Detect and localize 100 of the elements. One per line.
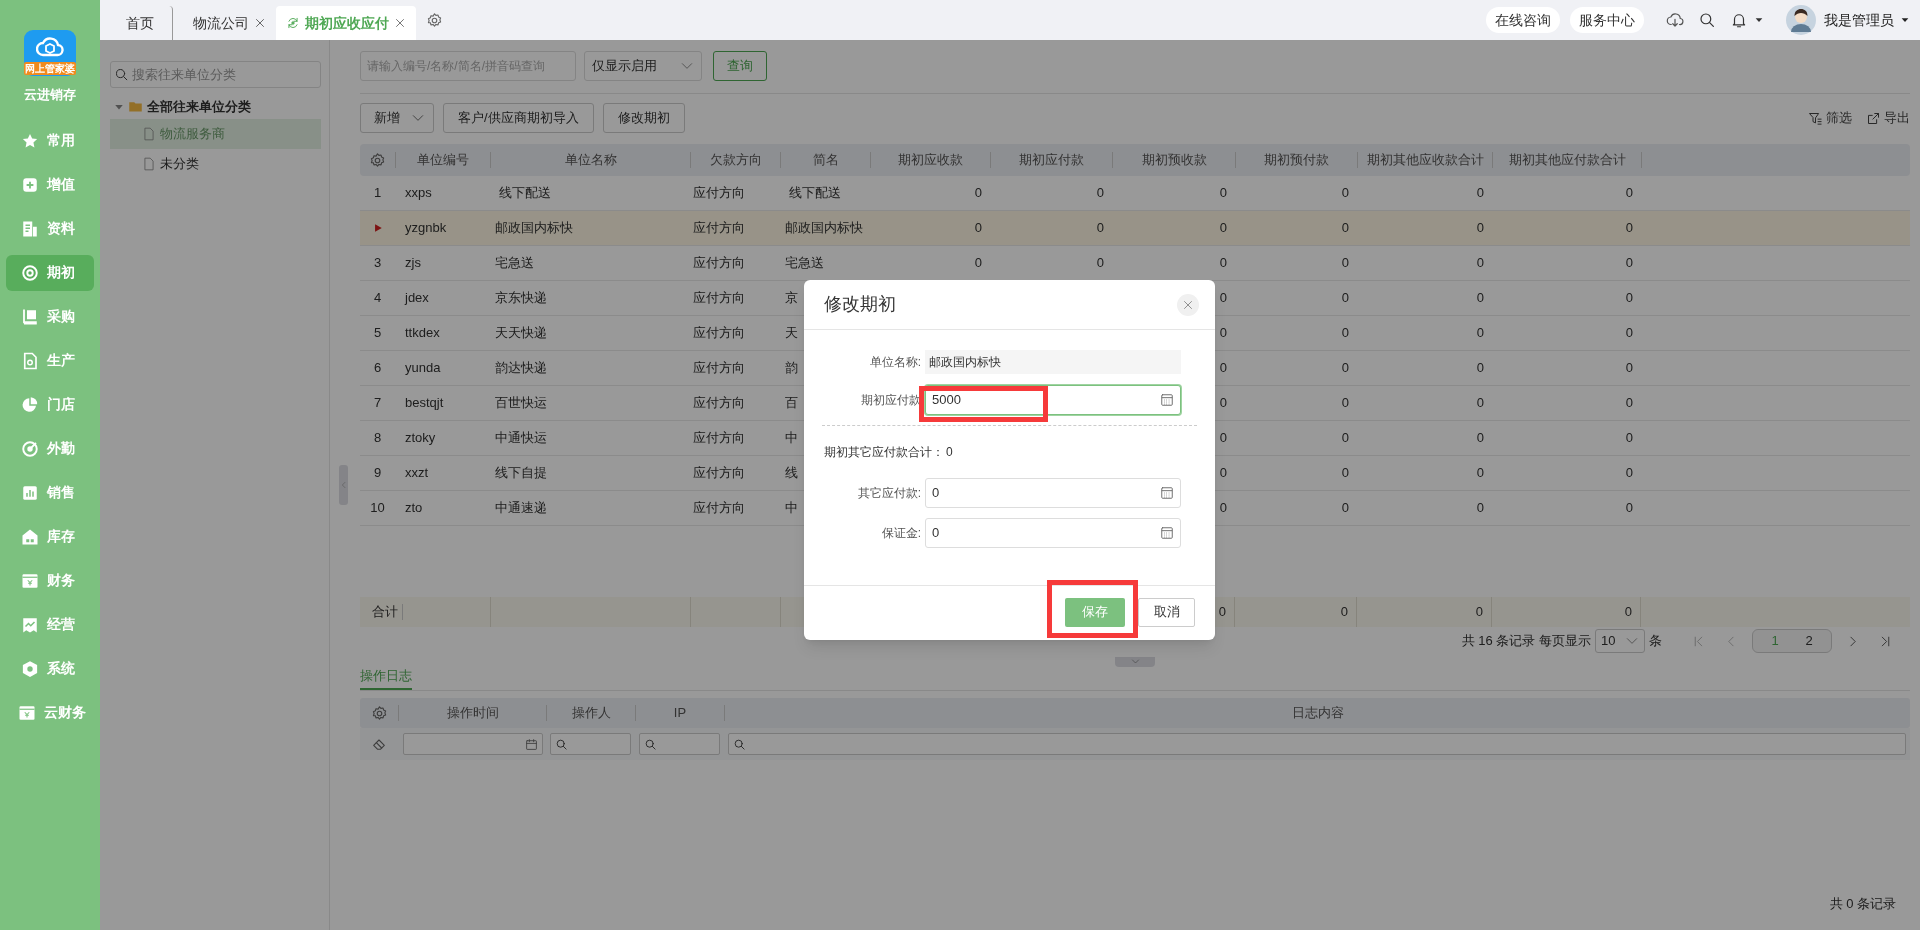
column-header: 操作人 (571, 704, 611, 723)
table-cell: jdex (405, 290, 429, 306)
selected-row-marker-icon (372, 223, 383, 233)
table-cell: 应付方向 (693, 465, 745, 481)
table-cell: 百世快运 (495, 395, 547, 411)
search-field[interactable] (550, 733, 631, 755)
column-header: 单位名称 (564, 151, 617, 170)
table-cell: 应付方向 (693, 500, 745, 516)
avatar-icon[interactable] (1786, 5, 1816, 35)
row-number: 5 (373, 324, 382, 343)
refresh-icon (286, 16, 300, 30)
search-field[interactable] (639, 733, 720, 755)
table-cell: 线下自提 (495, 465, 547, 481)
toolbar-button[interactable]: 修改期初 (602, 103, 685, 133)
table-cell-text: 0 (1219, 394, 1227, 413)
cancel-button[interactable]: 取消 (1138, 597, 1195, 627)
table-cell-text: 0 (1625, 184, 1633, 203)
search-field[interactable]: 搜索往来单位分类 (110, 61, 321, 88)
filter-select[interactable]: 仅显示启用 (584, 51, 702, 81)
column-header: 单位编号 (417, 151, 469, 170)
last-page-icon (1879, 634, 1892, 648)
table-cell-text: 0 (1219, 289, 1227, 308)
tree-item[interactable]: 未分类 (110, 149, 321, 179)
logo-badge: 网上管家婆 (24, 62, 76, 75)
close-icon (1182, 298, 1194, 311)
number-field[interactable]: 5000 (925, 385, 1181, 415)
number-field[interactable]: 0 (925, 478, 1181, 508)
table-cell: 应付方向 (693, 430, 745, 446)
table-cell-text: 0 (1341, 429, 1349, 448)
row-number: 6 (373, 359, 382, 378)
table-cell-text: 0 (1476, 499, 1484, 518)
table-cell-text: 0 (1624, 603, 1632, 622)
table-cell: 中 (785, 500, 798, 516)
readonly-field: 邮政国内标快 (925, 350, 1181, 374)
expand-handle[interactable] (1115, 657, 1155, 667)
table-cell-text: 0 (1625, 254, 1633, 273)
table-cell: 京东快递 (495, 290, 547, 306)
tab[interactable]: 物流公司 (183, 6, 276, 40)
table-cell-text: 0 (1096, 184, 1104, 203)
table-cell-text: 0 (1625, 359, 1633, 378)
row-number: 7 (373, 394, 382, 413)
table-cell-text: 0 (1476, 324, 1484, 343)
app-name: 云进销存 (24, 86, 76, 104)
search-icon (733, 737, 746, 751)
table-cell: bestqjt (405, 395, 444, 411)
search-icon (644, 737, 657, 751)
dialog-title: 修改期初 (824, 293, 896, 316)
export-button[interactable]: 导出 (1866, 108, 1910, 128)
user-menu[interactable]: 我是管理员 (1824, 9, 1910, 31)
table-cell-text: 0 (1625, 324, 1633, 343)
table-cell: 韵 (785, 360, 798, 376)
search-field[interactable] (728, 733, 1906, 755)
cloud-cube-icon (36, 35, 64, 59)
column-header: 日志内容 (1291, 704, 1344, 723)
table-cell-text: 0 (1625, 289, 1633, 308)
table-cell-text: 0 (1341, 324, 1349, 343)
table-cell: 应付方向 (693, 325, 745, 341)
table-cell-text: 0 (974, 184, 982, 203)
header-button[interactable]: 在线咨询 (1486, 7, 1560, 33)
wallet-icon (21, 571, 39, 590)
number-field[interactable]: 0 (925, 518, 1181, 548)
calendar-icon (525, 737, 538, 751)
settings-icon (370, 704, 388, 722)
collapse-handle[interactable] (339, 465, 348, 505)
table-cell: yunda (405, 360, 441, 376)
table-row[interactable]: yzgnbk 邮政国内标快 应付方向 邮政国内标快 0 0 0 0 0 0 (360, 211, 1910, 246)
toolbar-button[interactable]: 客户/供应商期初导入 (443, 103, 594, 133)
table-cell-text: 0 (1476, 394, 1484, 413)
table-cell: 中 (785, 430, 798, 446)
page-button[interactable]: 2 (1793, 630, 1825, 652)
table-cell-text: 0 (1625, 394, 1633, 413)
table-cell-text: 0 (1219, 429, 1227, 448)
hexagon-icon (21, 659, 39, 678)
bar-chart-icon (21, 483, 39, 502)
pie-chart-icon (21, 395, 39, 414)
row-number: 8 (373, 429, 382, 448)
page-size-select[interactable]: 10 (1595, 629, 1645, 653)
table-cell: 应付方向 (693, 255, 745, 271)
tree-item[interactable]: 全部往来单位分类 (110, 94, 321, 119)
date-field[interactable] (403, 733, 543, 755)
table-cell: 宅急送 (495, 255, 534, 271)
sidebar-item[interactable]: 期初 (6, 254, 94, 291)
filter-icon (1808, 110, 1823, 126)
column-header: 期初其他应付款合计 (1508, 151, 1626, 170)
export-icon (1866, 110, 1881, 126)
new-dropdown-button[interactable]: 新增 (360, 103, 434, 133)
caret-icon (1900, 15, 1910, 25)
tab[interactable]: 期初应收应付 (276, 6, 416, 40)
filter-button[interactable]: 筛选 (1808, 108, 1852, 128)
column-header: 期初预收款 (1141, 151, 1207, 170)
header-button[interactable]: 服务中心 (1570, 7, 1644, 33)
table-cell: 百 (785, 395, 798, 411)
caret-icon (1754, 15, 1764, 25)
settings-icon (426, 11, 443, 29)
table-cell-text: 合计 (372, 603, 398, 622)
table-cell-text: 0 (1219, 359, 1227, 378)
column-header: 期初预付款 (1264, 151, 1329, 170)
close-button[interactable] (1177, 293, 1199, 316)
column-header: 操作时间 (446, 704, 499, 723)
search-icon (114, 67, 129, 82)
